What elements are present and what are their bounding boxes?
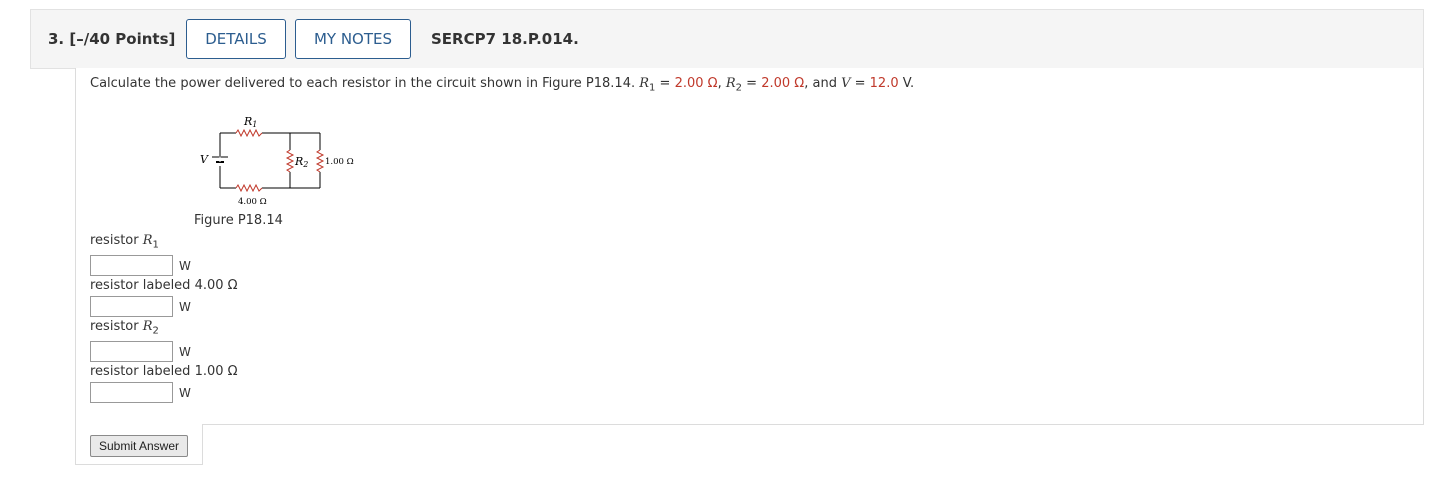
answer-input-4ohm[interactable] [90, 296, 173, 317]
problem-code: SERCP7 18.P.014. [431, 30, 579, 48]
label-resistor-r2: resistor R2 [90, 319, 159, 337]
figure-caption: Figure P18.14 [194, 213, 283, 228]
unit-r2: W [179, 345, 191, 359]
figure-label-1ohm: 1.00 Ω [325, 157, 354, 167]
figure-label-4ohm: 4.00 Ω [238, 197, 267, 207]
r1-given-value: 2.00 Ω [674, 76, 718, 91]
answer-input-1ohm[interactable] [90, 382, 173, 403]
label-resistor-1ohm: resistor labeled 1.00 Ω [90, 364, 238, 379]
details-button[interactable]: DETAILS [186, 19, 286, 59]
question-prompt: Calculate the power delivered to each re… [90, 76, 915, 94]
figure-label-v: V [200, 153, 209, 166]
label-resistor-r1: resistor R1 [90, 233, 159, 251]
resistor-1ohm-symbol [315, 149, 325, 173]
submit-answer-button[interactable]: Submit Answer [90, 435, 188, 457]
figure-label-r2: R2 [294, 155, 308, 169]
answer-input-r1[interactable] [90, 255, 173, 276]
question-points: 3. [–/40 Points] [48, 30, 176, 48]
v-given-value: 12.0 [869, 76, 899, 91]
figure-label-r1: R1 [243, 115, 257, 129]
resistor-4ohm-symbol [235, 183, 263, 193]
answer-input-r2[interactable] [90, 341, 173, 362]
unit-1ohm: W [179, 386, 191, 400]
question-header: 3. [–/40 Points] DETAILS MY NOTES SERCP7… [30, 9, 1424, 69]
battery-symbol [212, 156, 228, 163]
my-notes-button[interactable]: MY NOTES [295, 19, 411, 59]
resistor-r1-symbol [235, 128, 263, 138]
unit-r1: W [179, 259, 191, 273]
unit-4ohm: W [179, 300, 191, 314]
label-resistor-4ohm: resistor labeled 4.00 Ω [90, 278, 238, 293]
circuit-figure: R1 V R2 1.00 Ω 4.00 Ω [200, 115, 354, 207]
resistor-r2-symbol [285, 149, 295, 173]
r2-given-value: 2.00 Ω [761, 76, 805, 91]
